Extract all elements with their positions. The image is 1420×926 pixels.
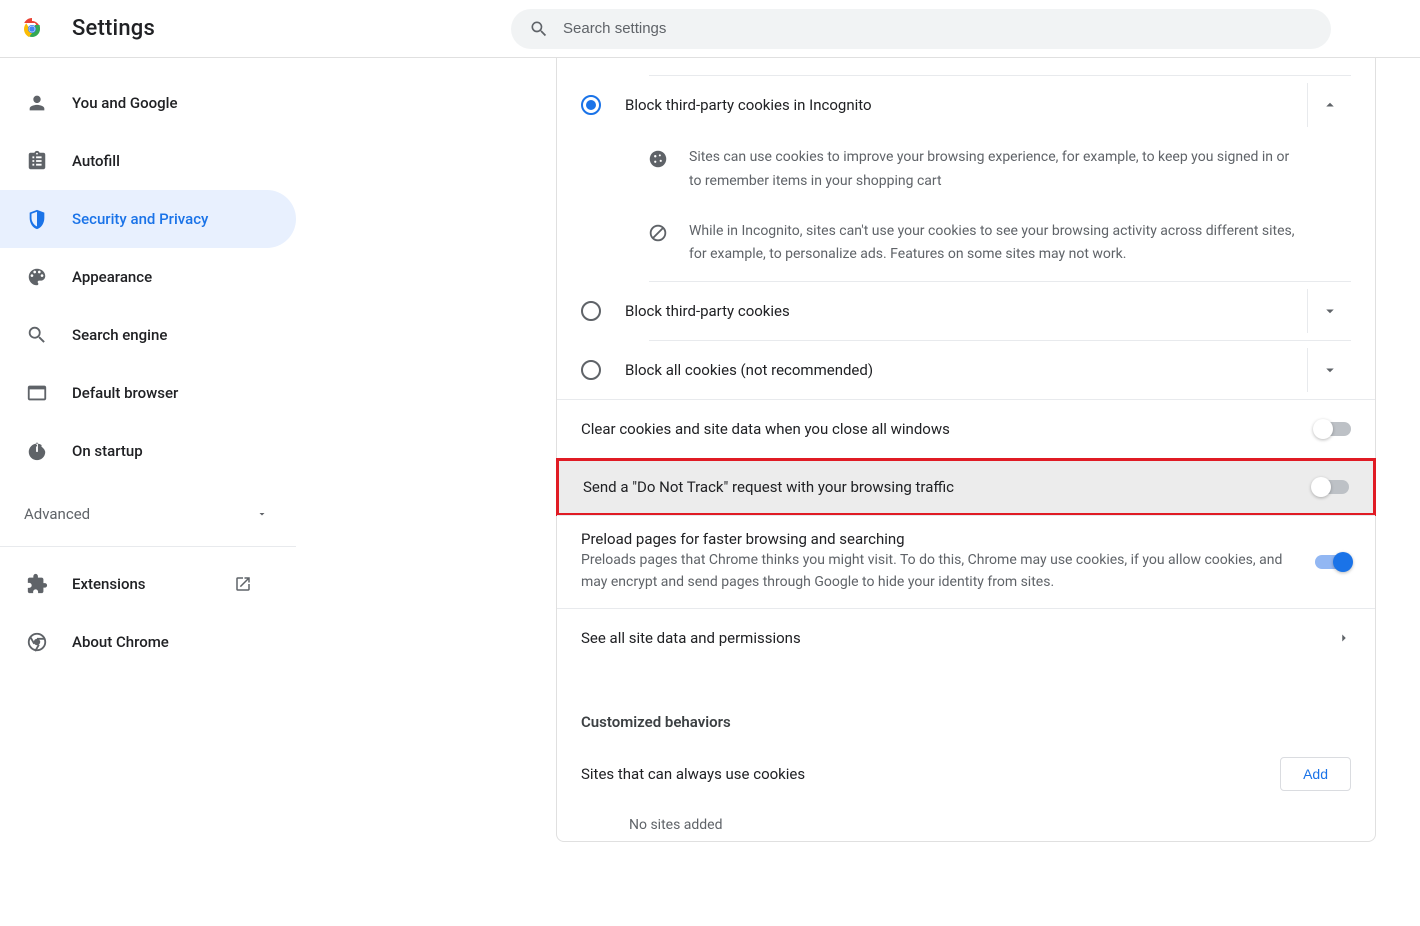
description-row: While in Incognito, sites can't use your…: [557, 208, 1375, 282]
advanced-label: Advanced: [24, 505, 90, 523]
toggle-do-not-track[interactable]: [1313, 480, 1349, 494]
chevron-up-icon: [1321, 96, 1339, 114]
toggle-label: Send a "Do Not Track" request with your …: [583, 478, 1293, 496]
sidebar-item-label: Appearance: [72, 268, 152, 286]
toggle-row-clear-cookies: Clear cookies and site data when you clo…: [557, 400, 1375, 458]
sidebar-item-label: You and Google: [72, 94, 177, 112]
clipboard-icon: [26, 150, 48, 172]
description-text: While in Incognito, sites can't use your…: [689, 220, 1305, 268]
section-header: Customized behaviors: [557, 667, 1375, 741]
sidebar-item-on-startup[interactable]: On startup: [0, 422, 296, 480]
sidebar-item-you-and-google[interactable]: You and Google: [0, 74, 296, 132]
palette-icon: [26, 266, 48, 288]
sidebar-item-label: Search engine: [72, 326, 167, 344]
sidebar-item-label: Autofill: [72, 152, 120, 170]
toggle-row-do-not-track[interactable]: Send a "Do Not Track" request with your …: [556, 458, 1376, 516]
chevron-down-icon: [1321, 302, 1339, 320]
radio-label: Block third-party cookies: [625, 302, 1299, 320]
block-icon: [647, 222, 669, 268]
power-icon: [26, 440, 48, 462]
page-title: Settings: [72, 16, 155, 41]
cookie-icon: [647, 148, 669, 194]
radio-label: Block all cookies (not recommended): [625, 361, 1299, 379]
chrome-icon: [20, 17, 44, 41]
search-icon: [26, 324, 48, 346]
puzzle-icon: [26, 573, 48, 595]
extensions-label: Extensions: [72, 575, 146, 593]
row-always-cookies: Sites that can always use cookies Add: [557, 741, 1375, 799]
collapse-button[interactable]: [1307, 83, 1351, 127]
sidebar-item-label: On startup: [72, 442, 143, 460]
sidebar-extensions[interactable]: Extensions: [0, 555, 296, 613]
search-input[interactable]: [563, 20, 1313, 37]
divider: [0, 546, 296, 547]
browser-icon: [26, 382, 48, 404]
caret-down-icon: [256, 508, 268, 520]
radio-block-incognito[interactable]: [581, 95, 601, 115]
sidebar-item-label: Default browser: [72, 384, 178, 402]
sidebar-item-appearance[interactable]: Appearance: [0, 248, 296, 306]
radio-block-all[interactable]: [581, 360, 601, 380]
radio-label: Block third-party cookies in Incognito: [625, 96, 1299, 114]
sidebar-about-chrome[interactable]: About Chrome: [0, 613, 296, 671]
sidebar-advanced[interactable]: Advanced: [0, 486, 296, 542]
link-label: See all site data and permissions: [581, 629, 1337, 647]
toggle-row-preload: Preload pages for faster browsing and se…: [557, 516, 1375, 607]
toggle-clear-cookies[interactable]: [1315, 422, 1351, 436]
person-icon: [26, 92, 48, 114]
sidebar-item-default-browser[interactable]: Default browser: [0, 364, 296, 422]
toggle-label: Clear cookies and site data when you clo…: [581, 420, 1295, 438]
search-bar[interactable]: [511, 9, 1331, 49]
toggle-label: Preload pages for faster browsing and se…: [581, 530, 1295, 548]
sidebar: You and Google Autofill Security and Pri…: [0, 58, 296, 842]
sidebar-item-label: Security and Privacy: [72, 210, 208, 228]
shield-icon: [26, 208, 48, 230]
launch-icon: [234, 575, 252, 593]
chrome-gray-icon: [26, 631, 48, 653]
chevron-down-icon: [1321, 361, 1339, 379]
empty-state: No sites added: [557, 799, 1375, 841]
expand-button[interactable]: [1307, 289, 1351, 333]
add-button[interactable]: Add: [1280, 757, 1351, 791]
radio-block-third-party[interactable]: [581, 301, 601, 321]
settings-panel: Block third-party cookies in Incognito S…: [556, 58, 1376, 842]
description-text: Sites can use cookies to improve your br…: [689, 146, 1305, 194]
toggle-preload[interactable]: [1315, 555, 1351, 569]
link-all-site-data[interactable]: See all site data and permissions: [557, 609, 1375, 667]
caret-right-icon: [1337, 631, 1351, 645]
expand-button[interactable]: [1307, 348, 1351, 392]
sidebar-item-security[interactable]: Security and Privacy: [0, 190, 296, 248]
row-label: Sites that can always use cookies: [581, 765, 1280, 783]
sidebar-item-autofill[interactable]: Autofill: [0, 132, 296, 190]
sidebar-item-search-engine[interactable]: Search engine: [0, 306, 296, 364]
about-label: About Chrome: [72, 633, 169, 651]
toggle-sub: Preloads pages that Chrome thinks you mi…: [581, 550, 1295, 593]
description-row: Sites can use cookies to improve your br…: [557, 134, 1375, 208]
search-icon: [529, 19, 549, 39]
